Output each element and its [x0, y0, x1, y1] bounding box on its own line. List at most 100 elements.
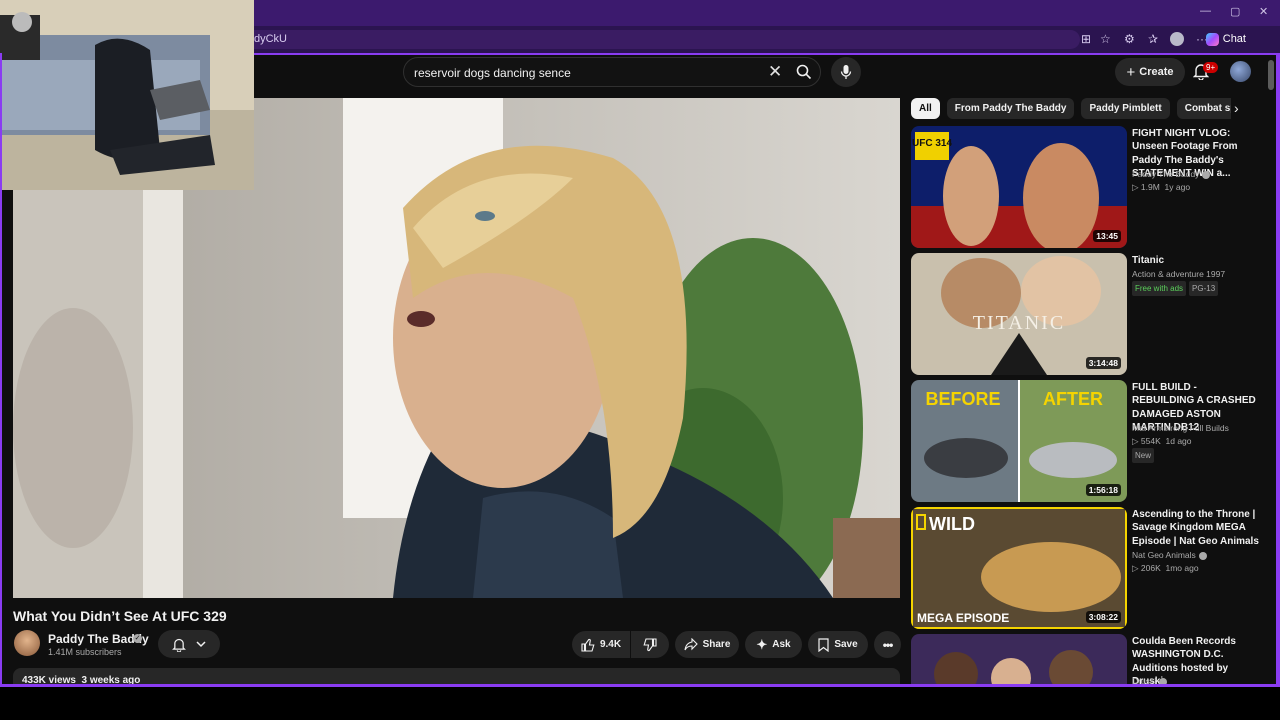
verified-check-icon: ✓	[133, 634, 142, 643]
related-filter-chips: All From Paddy The Baddy Paddy Pimblett Com…	[911, 98, 1231, 120]
play-icon: ▷	[1132, 182, 1139, 192]
subscriber-count: 1.41M subscribers	[48, 647, 122, 657]
save-label: Save	[834, 639, 858, 650]
video-thumbnail[interactable]: WILD MEGA EPISODE 3:08:22	[911, 507, 1127, 629]
window-frame-right	[1276, 53, 1280, 686]
voice-search-button[interactable]	[831, 57, 861, 87]
clear-search-icon[interactable]: ✕	[768, 62, 782, 82]
url-text: dyCkU	[254, 33, 288, 45]
chat-label: Chat	[1222, 33, 1246, 45]
rec-stats: ▷ 1.9M 1y ago	[1132, 182, 1191, 192]
bookmark-icon	[818, 637, 829, 652]
thumbnail-text: MEGA EPISODE	[917, 611, 1009, 625]
dislike-button[interactable]	[631, 631, 669, 658]
thumbnail-text: UFC 314	[912, 138, 952, 149]
extensions-icon[interactable]: ⚙	[1124, 32, 1135, 46]
rec-stats: ▷ 206K 1mo ago	[1132, 563, 1199, 573]
rec-tags: Free with ads PG-13	[1132, 281, 1221, 296]
webcam-overlay	[0, 0, 254, 190]
thumbnail-text: WILD	[929, 514, 975, 534]
rec-channel[interactable]: Paddy The Baddy	[1132, 168, 1211, 181]
close-window-icon[interactable]: ✕	[1259, 5, 1268, 18]
share-button[interactable]: Share	[675, 631, 739, 658]
rec-channel[interactable]: Nat Geo Animals	[1132, 549, 1207, 562]
restore-icon[interactable]: ▢	[1230, 5, 1240, 18]
rec-genre: Action & adventure 1997	[1132, 269, 1226, 279]
account-avatar[interactable]	[1230, 61, 1251, 82]
new-badge: New	[1132, 448, 1155, 463]
duration-badge: 3:14:48	[1085, 357, 1121, 369]
favorite-star-icon[interactable]: ☆	[1100, 32, 1111, 46]
subscription-notifications-button[interactable]	[158, 630, 220, 658]
thumbnail-text: BEFORE	[925, 389, 1000, 409]
create-label: Create	[1139, 66, 1174, 78]
more-horizontal-icon: •••	[882, 637, 894, 652]
rec-channel[interactable]: Mat Armstrong Full Builds	[1132, 422, 1229, 435]
play-icon: ▷	[1132, 563, 1139, 573]
video-thumbnail[interactable]	[911, 634, 1127, 684]
address-bar[interactable]: dyCkU	[240, 30, 1080, 49]
recommended-video[interactable]: BEFORE AFTER 1:56:18 FULL BUILD - REBUIL…	[911, 380, 1271, 502]
play-icon: ▷	[1132, 436, 1139, 446]
sparkle-icon: ✦	[756, 636, 768, 652]
search-box[interactable]: reservoir dogs dancing sence ✕	[403, 57, 821, 87]
save-button[interactable]: Save	[808, 631, 868, 658]
notification-count-badge: 9+	[1203, 62, 1219, 73]
rec-channel[interactable]: Druski	[1132, 675, 1168, 684]
microphone-icon	[840, 65, 852, 79]
rec-tags: New	[1132, 448, 1157, 463]
ask-button[interactable]: ✦ Ask	[745, 631, 802, 658]
thumbnail-text: TITANIC	[973, 312, 1065, 334]
favorites-icon[interactable]: ✰	[1148, 32, 1158, 46]
thumbs-down-icon	[643, 637, 657, 651]
chip-paddy-pimblett[interactable]: Paddy Pimblett	[1081, 98, 1170, 119]
rec-title[interactable]: Titanic	[1132, 254, 1260, 267]
minimize-icon[interactable]: —	[1200, 5, 1211, 17]
duration-badge: 1:56:18	[1085, 484, 1121, 496]
copilot-icon	[1205, 33, 1219, 46]
like-button[interactable]: 9.4K	[572, 631, 630, 658]
recommended-video[interactable]: UFC 314 13:45 FIGHT NIGHT VLOG: Unseen F…	[911, 126, 1271, 248]
search-input[interactable]: reservoir dogs dancing sence	[414, 66, 571, 80]
split-screen-icon[interactable]: ⊞	[1081, 32, 1091, 46]
like-count: 9.4K	[599, 639, 622, 650]
page-scrollbar[interactable]	[1268, 60, 1274, 90]
screen-letterbox	[0, 687, 1280, 720]
bell-icon	[172, 638, 186, 652]
rec-title[interactable]: Ascending to the Throne | Savage Kingdom…	[1132, 508, 1260, 548]
window-frame-left	[0, 53, 2, 686]
video-thumbnail[interactable]: UFC 314 13:45	[911, 126, 1127, 248]
chip-from-channel[interactable]: From Paddy The Baddy	[946, 98, 1075, 119]
chevron-right-icon[interactable]: ›	[1234, 100, 1239, 116]
thumbs-up-icon	[581, 638, 595, 652]
browser-profile-icon[interactable]	[1170, 32, 1184, 46]
search-button[interactable]	[788, 58, 820, 86]
more-actions-button[interactable]: •••	[874, 631, 901, 658]
duration-badge: 13:45	[1093, 230, 1121, 242]
ask-label: Ask	[772, 639, 791, 650]
channel-avatar[interactable]	[14, 630, 40, 656]
recommended-video[interactable]: WILD MEGA EPISODE 3:08:22 Ascending to t…	[911, 507, 1271, 629]
chevron-down-icon	[196, 641, 206, 648]
video-title: What You Didn’t See At UFC 329	[13, 608, 227, 624]
share-icon	[684, 638, 698, 651]
rating-badge: PG-13	[1189, 281, 1219, 296]
webcam-image	[0, 0, 254, 190]
chip-combat-sports[interactable]: Combat sports	[1176, 98, 1231, 119]
video-thumbnail[interactable]: BEFORE AFTER 1:56:18	[911, 380, 1127, 502]
share-label: Share	[702, 639, 731, 650]
free-badge: Free with ads	[1132, 281, 1187, 296]
rec-stats: ▷ 554K 1d ago	[1132, 436, 1192, 446]
recommended-video[interactable]: Coulda Been Records WASHINGTON D.C. Audi…	[911, 634, 1271, 684]
verified-check-icon	[1202, 170, 1211, 179]
thumbnail-image	[911, 634, 1127, 684]
duration-badge: 3:08:22	[1085, 611, 1121, 623]
chip-all[interactable]: All	[911, 98, 940, 119]
plus-icon: +	[1126, 63, 1136, 81]
verified-check-icon	[1198, 551, 1207, 560]
search-icon	[796, 64, 812, 80]
recommended-movie[interactable]: TITANIC 3:14:48 Titanic Action & adventu…	[911, 253, 1271, 375]
video-thumbnail[interactable]: TITANIC 3:14:48	[911, 253, 1127, 375]
copilot-chat-button[interactable]: Chat	[1200, 30, 1252, 49]
create-button[interactable]: + Create	[1115, 58, 1185, 86]
